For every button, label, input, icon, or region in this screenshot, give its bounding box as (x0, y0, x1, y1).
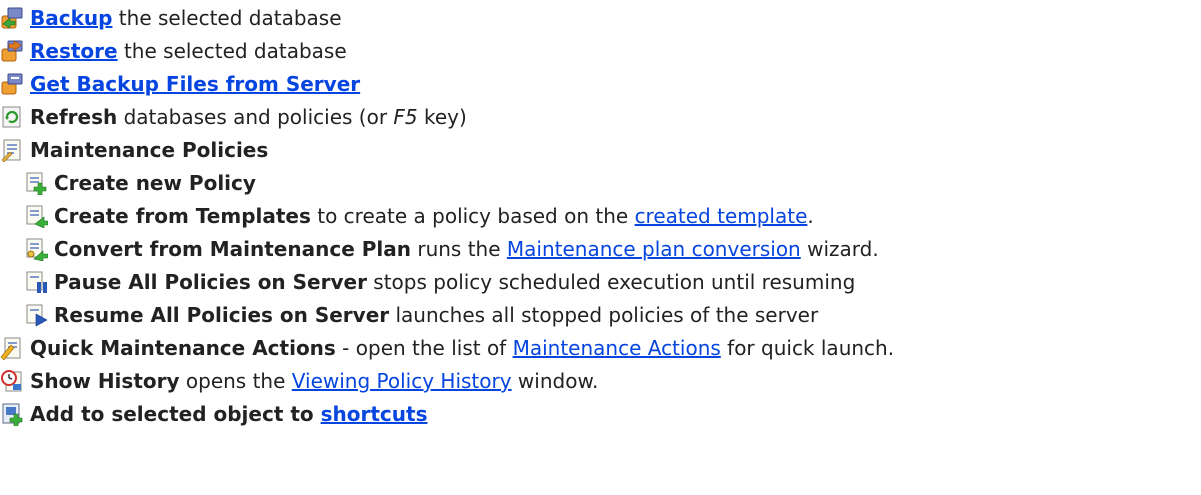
refresh-label: Refresh (30, 105, 118, 129)
show-history-description: opens the (179, 369, 292, 393)
quick-maintenance-actions-label: Quick Maintenance Actions (30, 336, 336, 360)
backup-link[interactable]: Backup (30, 6, 112, 30)
restore-link[interactable]: Restore (30, 39, 118, 63)
item-backup: Backup the selected database (0, 3, 342, 33)
history-icon (1, 370, 22, 392)
convert-maintenance-plan-description: runs the (410, 237, 507, 261)
get-backup-files-link[interactable]: Get Backup Files from Server (30, 72, 360, 96)
item-get-backup-files: Get Backup Files from Server (0, 69, 360, 99)
maintenance-actions-link[interactable]: Maintenance Actions (513, 336, 721, 360)
quick-maintenance-actions-description: - open the list of (335, 336, 513, 360)
created-template-link[interactable]: created template (635, 204, 808, 228)
item-create-from-templates: Create from Templates to create a policy… (24, 201, 814, 231)
convert-maintenance-plan-label: Convert from Maintenance Plan (54, 237, 411, 261)
refresh-icon (2, 106, 21, 128)
backup-description: the selected database (112, 6, 342, 30)
item-restore: Restore the selected database (0, 36, 347, 66)
item-show-history: Show History opens the Viewing Policy Hi… (0, 366, 598, 396)
maintenance-plan-conversion-link[interactable]: Maintenance plan conversion (507, 237, 801, 261)
item-add-to-shortcuts: Add to selected object to shortcuts (0, 399, 427, 429)
maintenance-policies-label: Maintenance Policies (30, 138, 269, 162)
item-create-new-policy: Create new Policy (24, 168, 256, 198)
create-policy-icon (26, 172, 47, 195)
get-backup-files-icon (1, 73, 23, 95)
resume-all-policies-label: Resume All Policies on Server (54, 303, 390, 327)
backup-icon (1, 7, 23, 29)
convert-maintenance-plan-tail: wizard. (800, 237, 879, 261)
viewing-policy-history-link[interactable]: Viewing Policy History (292, 369, 512, 393)
resume-all-policies-description: launches all stopped policies of the ser… (389, 303, 819, 327)
shortcuts-link[interactable]: shortcuts (321, 402, 428, 426)
refresh-description-tail: key) (417, 105, 467, 129)
pause-all-policies-description: stops policy scheduled execution until r… (366, 270, 856, 294)
item-pause-all-policies: Pause All Policies on Server stops polic… (24, 267, 855, 297)
create-from-templates-tail: . (807, 204, 814, 228)
create-new-policy-label: Create new Policy (54, 171, 256, 195)
pause-policies-icon (26, 271, 47, 293)
item-refresh: Refresh databases and policies (or F5 ke… (0, 102, 467, 132)
add-to-shortcuts-label: Add to selected object to (30, 402, 321, 426)
item-maintenance-policies: Maintenance Policies (0, 135, 268, 165)
show-history-tail: window. (511, 369, 599, 393)
restore-icon (1, 40, 23, 62)
refresh-description: databases and policies (or (117, 105, 394, 129)
quick-actions-icon (0, 337, 21, 360)
item-quick-maintenance-actions: Quick Maintenance Actions - open the lis… (0, 333, 894, 363)
create-from-templates-label: Create from Templates (54, 204, 311, 228)
quick-maintenance-actions-tail: for quick launch. (720, 336, 895, 360)
resume-policies-icon (26, 304, 48, 327)
restore-description: the selected database (117, 39, 347, 63)
help-command-list: Backup the selected database Restore the… (0, 0, 1201, 495)
add-shortcut-icon (2, 403, 23, 426)
create-from-templates-icon (26, 205, 48, 228)
show-history-label: Show History (30, 369, 180, 393)
create-from-templates-description: to create a policy based on the (310, 204, 635, 228)
refresh-shortcut-key: F5 (393, 105, 418, 129)
item-resume-all-policies: Resume All Policies on Server launches a… (24, 300, 818, 330)
pause-all-policies-label: Pause All Policies on Server (54, 270, 367, 294)
convert-plan-icon (26, 238, 48, 261)
item-convert-maintenance-plan: Convert from Maintenance Plan runs the M… (24, 234, 879, 264)
maintenance-policies-icon (1, 139, 21, 162)
